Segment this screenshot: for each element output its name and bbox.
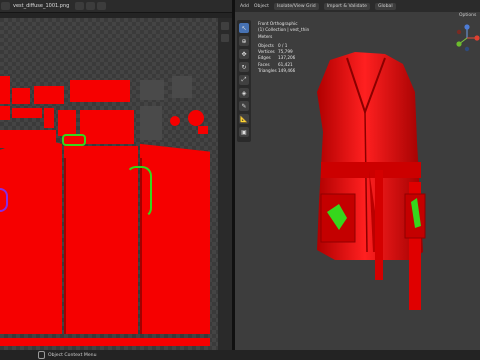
image-editor-sidebar [218, 18, 232, 350]
pan-icon[interactable] [221, 34, 229, 42]
belt-strap-left [375, 170, 383, 280]
z-axis-icon[interactable] [464, 24, 470, 30]
pin-icon[interactable] [97, 2, 107, 10]
uv-island [44, 108, 54, 128]
viewport-toolbar: ↖ ⊕ ✥ ↻ ⤢ ◈ ✎ 📐 ▣ [237, 20, 251, 142]
isolate-view-grid-button[interactable]: Isolate/View Grid [273, 2, 319, 10]
scale-icon[interactable]: ⤢ [239, 75, 249, 85]
uv-belt-strip [0, 338, 210, 346]
zoom-icon[interactable] [221, 22, 229, 30]
stat-row: Triangles 149,466 [258, 68, 296, 74]
viewport-overlay: Front Orthographic (1) Collection | vest… [258, 21, 309, 74]
uv-island [34, 86, 64, 104]
status-bar: Object Context Menu [0, 350, 480, 360]
uv-island [80, 110, 134, 144]
uv-island [172, 76, 192, 98]
import-validate-button[interactable]: Import & Validate [323, 2, 370, 10]
editor-type-icon[interactable] [1, 2, 10, 10]
menu-add[interactable]: Add [240, 4, 249, 9]
uv-highlight [62, 134, 86, 146]
neg-x-axis-icon[interactable] [456, 29, 462, 35]
cursor-icon[interactable]: ⊕ [239, 36, 249, 46]
uv-highlight [126, 166, 152, 218]
uv-island [198, 126, 208, 134]
select-box-icon[interactable]: ↖ [239, 23, 249, 33]
add-cube-icon[interactable]: ▣ [239, 127, 249, 137]
vest-belt [321, 162, 421, 178]
menu-object[interactable]: Object [254, 4, 269, 9]
uv-island [12, 88, 30, 104]
uv-front-panel-left [0, 138, 62, 334]
image-editor-header: vest_diffuse_1001.png [0, 0, 232, 13]
uv-island [12, 108, 42, 118]
uv-texture-canvas[interactable] [0, 18, 232, 350]
uv-island [188, 110, 204, 126]
open-image-icon[interactable] [86, 2, 96, 10]
uv-island [140, 80, 164, 100]
annotate-icon[interactable]: ✎ [239, 101, 249, 111]
x-axis-icon[interactable] [474, 35, 480, 41]
uv-front-panel-right [140, 143, 210, 334]
image-filename[interactable]: vest_diffuse_1001.png [13, 3, 69, 9]
transform-icon[interactable]: ◈ [239, 88, 249, 98]
navigation-gizmo[interactable] [455, 22, 480, 57]
move-icon[interactable]: ✥ [239, 49, 249, 59]
transform-orientation-dropdown[interactable]: Global [374, 2, 396, 10]
uv-island [0, 76, 10, 104]
uv-island [58, 110, 76, 136]
rotate-icon[interactable]: ↻ [239, 62, 249, 72]
uv-island [140, 106, 162, 140]
uv-island [0, 106, 10, 120]
uv-island [70, 80, 130, 102]
uv-island [170, 116, 180, 126]
status-text: Object Context Menu [48, 352, 97, 358]
new-image-icon[interactable] [75, 2, 85, 10]
measure-icon[interactable]: 📐 [239, 114, 249, 124]
mouse-right-icon [38, 351, 45, 359]
collection-label: (1) Collection | vest_thin [258, 27, 310, 33]
neg-z-axis-icon[interactable] [464, 46, 470, 52]
options-dropdown[interactable]: Options [459, 13, 476, 18]
y-axis-icon[interactable] [456, 41, 462, 47]
uv-seam [64, 158, 66, 334]
